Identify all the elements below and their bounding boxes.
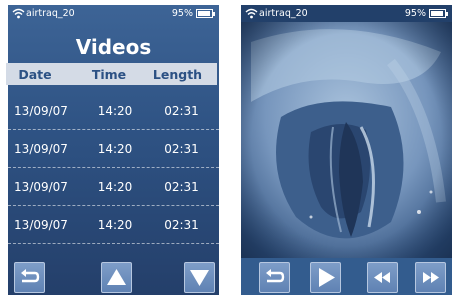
page-title: Videos xyxy=(75,35,152,59)
scroll-up-button[interactable] xyxy=(101,262,132,293)
video-time: 14:20 xyxy=(97,218,133,232)
scroll-down-button[interactable] xyxy=(184,262,215,293)
video-date: 13/09/07 xyxy=(14,104,68,118)
back-icon xyxy=(21,269,40,283)
video-player-screen: airtraq_20 95% xyxy=(241,5,452,295)
battery-percent: 95% xyxy=(171,8,193,19)
network-name: airtraq_20 xyxy=(259,8,308,19)
wifi-icon xyxy=(245,8,258,19)
down-arrow-icon xyxy=(190,270,209,286)
video-date: 13/09/07 xyxy=(14,142,68,156)
battery-icon xyxy=(196,9,215,18)
battery-percent: 95% xyxy=(404,8,426,19)
player-button-bar xyxy=(241,258,452,295)
video-length: 02:31 xyxy=(164,180,199,194)
video-length: 02:31 xyxy=(164,142,199,156)
video-frame[interactable] xyxy=(241,22,452,258)
battery-icon xyxy=(429,9,448,18)
play-icon xyxy=(319,268,335,287)
network-name: airtraq_20 xyxy=(26,8,75,19)
fast-forward-icon xyxy=(423,272,439,283)
table-header: Date Time Length xyxy=(6,63,217,85)
video-row[interactable]: 13/09/07 14:20 02:31 xyxy=(8,207,219,244)
up-arrow-icon xyxy=(107,269,126,285)
rewind-icon xyxy=(374,272,390,283)
status-bar-player: airtraq_20 95% xyxy=(241,5,452,22)
battery-fill xyxy=(198,11,211,16)
back-button[interactable] xyxy=(14,262,45,293)
fast-forward-button[interactable] xyxy=(415,262,446,293)
back-icon xyxy=(266,269,285,283)
column-header-time: Time xyxy=(91,66,127,82)
column-header-length: Length xyxy=(152,66,203,82)
videos-screen: airtraq_20 95% Videos 13/09/07 14:20 02:31… xyxy=(8,5,219,295)
column-header-date: Date xyxy=(18,66,52,82)
rewind-button[interactable] xyxy=(367,262,398,293)
video-row[interactable]: 13/09/07 14:20 02:31 xyxy=(8,131,219,168)
laryngoscope-view xyxy=(241,22,452,258)
player-back-button[interactable] xyxy=(259,262,290,293)
video-row[interactable]: 13/09/07 14:20 02:31 xyxy=(8,169,219,206)
video-time: 14:20 xyxy=(97,180,133,194)
video-row[interactable]: 13/09/07 14:20 02:31 xyxy=(8,93,219,130)
video-time: 14:20 xyxy=(97,104,133,118)
battery-fill xyxy=(431,11,444,16)
play-button[interactable] xyxy=(310,262,341,293)
video-time: 14:20 xyxy=(97,142,133,156)
video-date: 13/09/07 xyxy=(14,180,68,194)
video-date: 13/09/07 xyxy=(14,218,68,232)
video-length: 02:31 xyxy=(164,104,199,118)
wifi-icon xyxy=(12,8,25,19)
status-bar: airtraq_20 95% xyxy=(8,5,219,22)
video-length: 02:31 xyxy=(164,218,199,232)
videos-button-bar xyxy=(8,258,219,295)
